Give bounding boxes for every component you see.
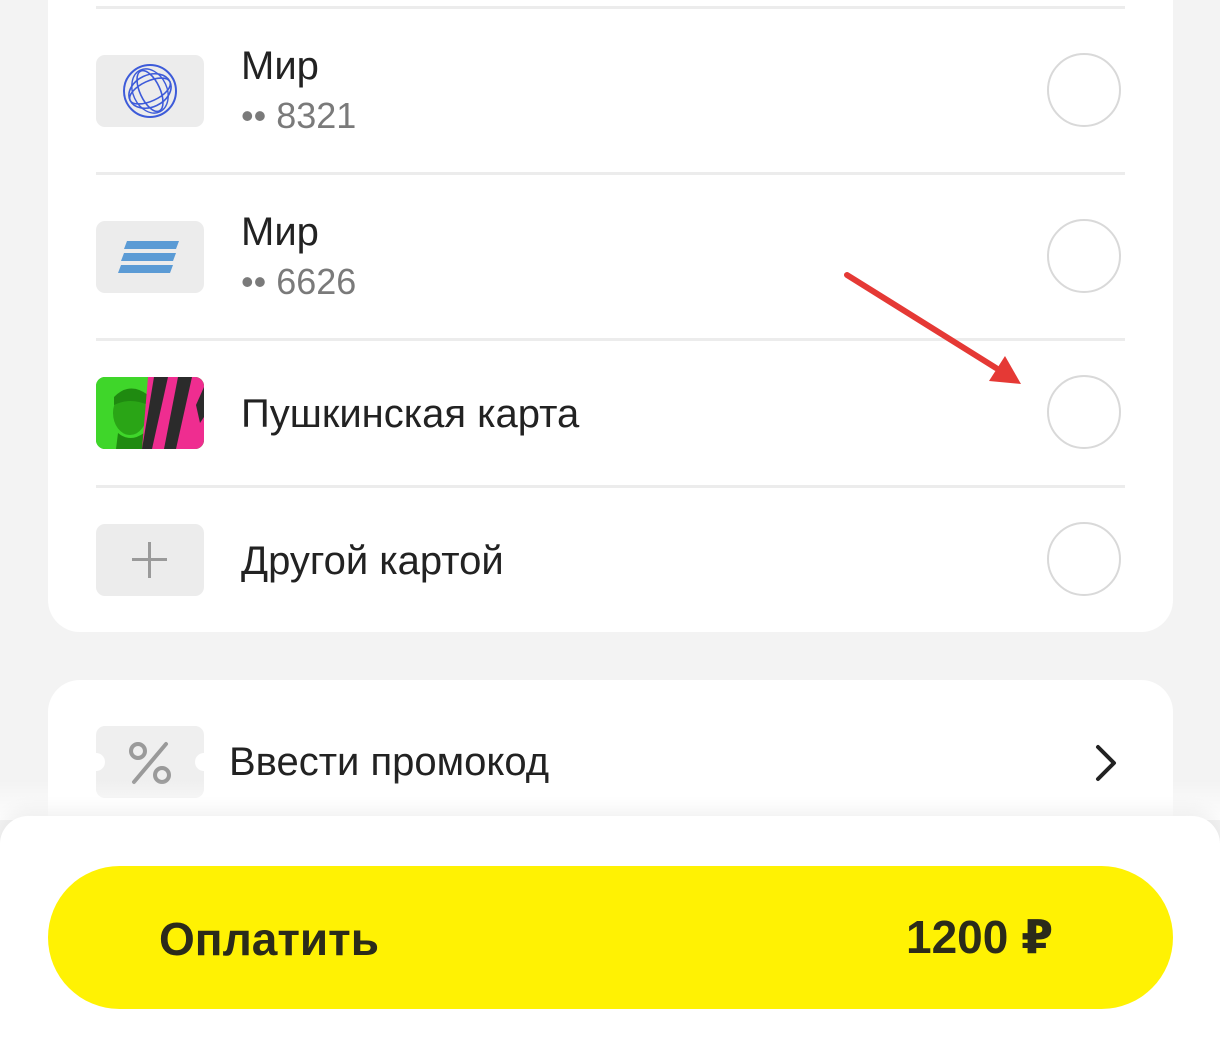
card-logo-thumb [96, 524, 204, 596]
card-masked-number: •• 8321 [241, 95, 357, 136]
payment-option-mir-8321[interactable] [48, 9, 1173, 172]
gazprombank-logo-icon [123, 64, 177, 118]
radio-mir-8321[interactable] [1047, 53, 1121, 127]
card-title: Другой картой [241, 539, 504, 583]
sber-stripes-logo-icon [118, 241, 179, 273]
card-logo-thumb [96, 221, 204, 293]
chevron-right-icon[interactable] [1088, 742, 1122, 784]
payment-option-other-card[interactable] [48, 488, 1173, 632]
scroll-fade [0, 780, 1220, 820]
payment-option-pushkin-card[interactable] [48, 341, 1173, 485]
radio-pushkin-card[interactable] [1047, 375, 1121, 449]
card-title: Пушкинская карта [241, 392, 580, 436]
card-title: Мир [241, 210, 319, 254]
radio-mir-6626[interactable] [1047, 219, 1121, 293]
radio-other-card[interactable] [1047, 522, 1121, 596]
card-title: Мир [241, 44, 319, 88]
card-logo-thumb [96, 55, 204, 127]
pay-button-label: Оплатить [159, 913, 379, 965]
pushkin-card-icon [96, 377, 204, 449]
pay-amount: 1200 ₽ [906, 911, 1054, 963]
card-masked-number: •• 6626 [241, 261, 357, 302]
card-logo-thumb [96, 377, 204, 449]
promo-code-label: Ввести промокод [229, 740, 550, 784]
payment-option-mir-6626[interactable] [48, 175, 1173, 338]
plus-icon [132, 542, 167, 578]
